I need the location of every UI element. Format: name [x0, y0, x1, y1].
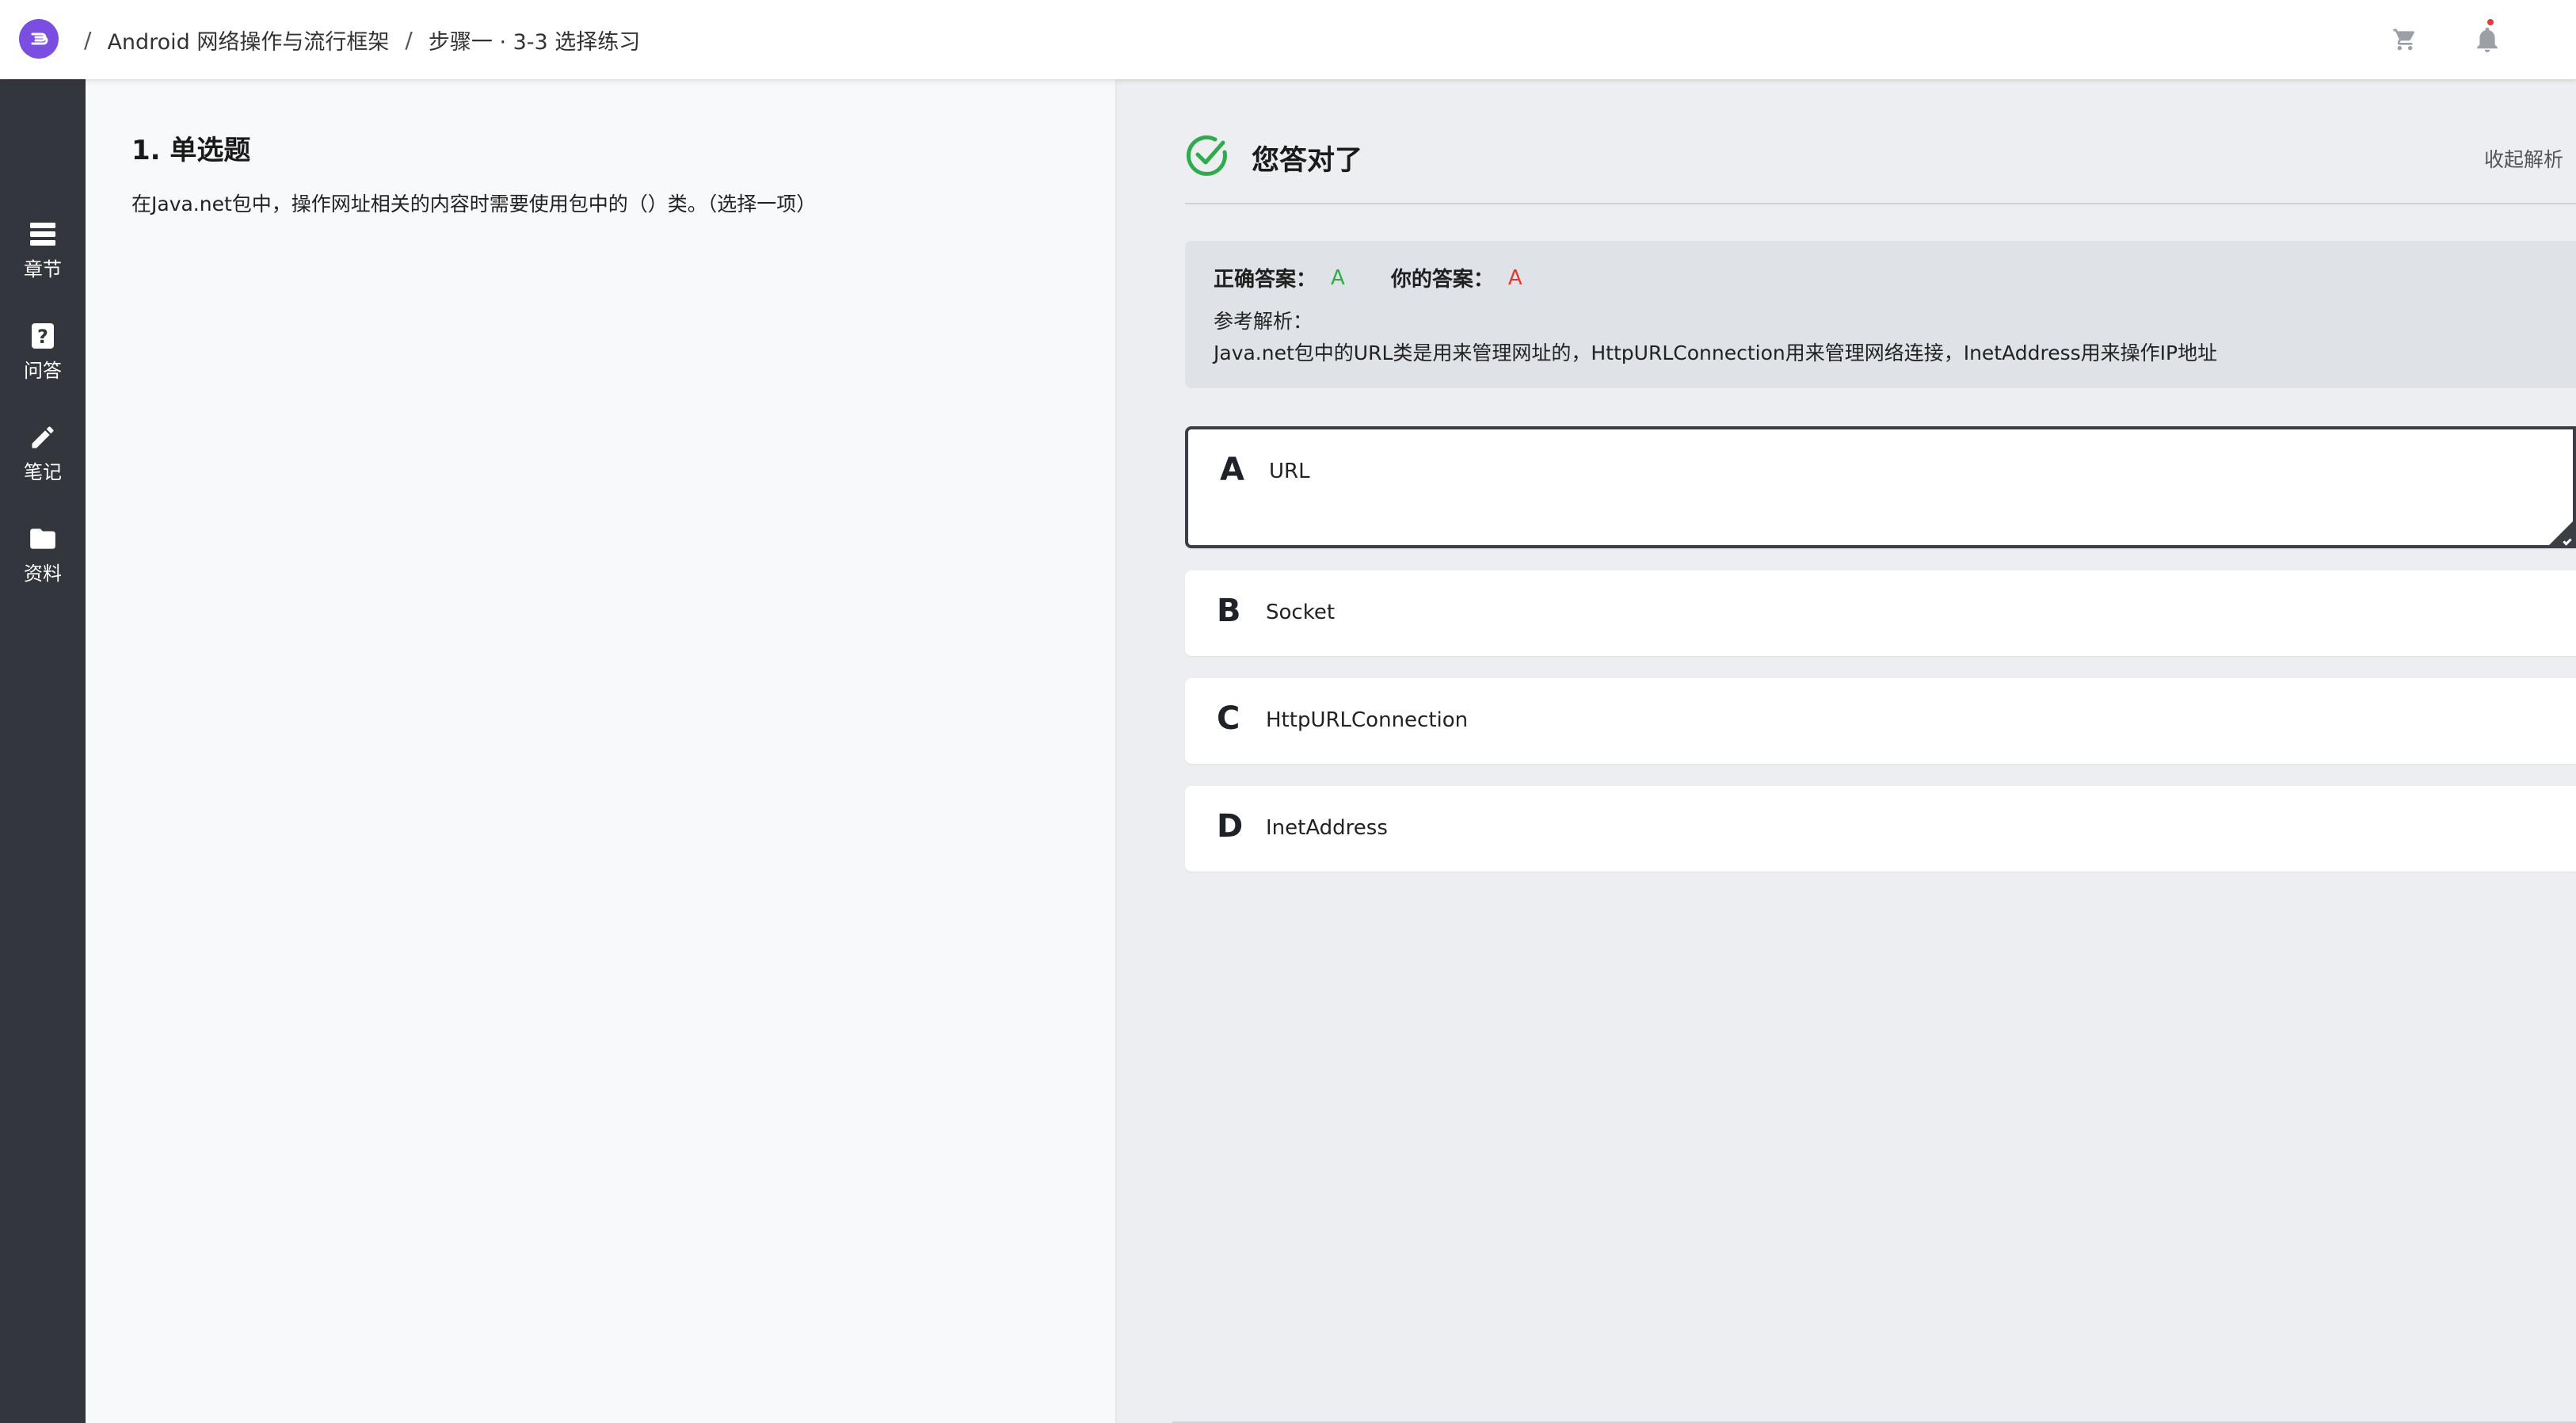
- result-title: 您答对了: [1252, 145, 1363, 177]
- correct-answer-value: A: [1331, 265, 1345, 290]
- breadcrumb-course[interactable]: Android 网络操作与流行框架: [107, 25, 389, 55]
- option-text: URL: [1269, 460, 1310, 483]
- sidebar-item-chapters[interactable]: 章节: [0, 219, 86, 298]
- option-text: InetAddress: [1266, 816, 1388, 840]
- sidebar-item-notes[interactable]: 笔记: [0, 422, 86, 501]
- sidebar-item-label: 资料: [24, 563, 62, 585]
- breadcrumb-separator: /: [405, 26, 413, 53]
- option-a[interactable]: A URL: [1185, 426, 2576, 548]
- notification-dot: [2487, 19, 2494, 25]
- sidebar-item-materials[interactable]: 资料: [0, 523, 86, 602]
- option-letter: B: [1217, 593, 1241, 629]
- option-letter: C: [1217, 700, 1240, 737]
- collapse-analysis-button[interactable]: 收起解析: [2484, 144, 2563, 173]
- logo-icon[interactable]: [19, 19, 59, 59]
- top-bar: / Android 网络操作与流行框架 / 步骤一 · 3-3 选择练习: [0, 0, 2576, 79]
- sidebar-item-label: 问答: [24, 360, 62, 382]
- your-answer-label: 你的答案：: [1390, 268, 1494, 292]
- svg-text:?: ?: [37, 326, 48, 348]
- question-icon: ?: [27, 320, 59, 352]
- option-c[interactable]: C HttpURLConnection: [1185, 678, 2576, 764]
- sidebar-item-label: 笔记: [24, 461, 62, 483]
- analysis-label: 参考解析：: [1214, 310, 1313, 333]
- cart-icon[interactable]: [2392, 27, 2418, 55]
- your-answer-value: A: [1507, 265, 1522, 290]
- option-text: Socket: [1266, 601, 1336, 624]
- breadcrumb-separator: /: [84, 26, 92, 53]
- bell-icon[interactable]: [2475, 25, 2500, 57]
- option-letter: D: [1217, 808, 1244, 845]
- sidebar-item-qa[interactable]: ? 问答: [0, 320, 86, 399]
- analysis-text: Java.net包中的URL类是用来管理网址的，HttpURLConnectio…: [1214, 341, 2218, 364]
- question-title: 1. 单选题: [131, 135, 251, 166]
- option-b[interactable]: B Socket: [1185, 570, 2576, 656]
- question-pane: 1. 单选题 在Java.net包中，操作网址相关的内容时需要使用包中的（）类。…: [86, 79, 1115, 1423]
- answer-pane: 您答对了 收起解析 正确答案： A 你的答案： A 参考解析： Java.net…: [1117, 79, 2576, 1423]
- divider: [1185, 203, 2576, 204]
- option-d[interactable]: D InetAddress: [1185, 786, 2576, 872]
- correct-answer-label: 正确答案：: [1214, 268, 1317, 292]
- option-text: HttpURLConnection: [1266, 708, 1469, 732]
- pencil-icon: [27, 422, 59, 453]
- analysis-box: 正确答案： A 你的答案： A 参考解析： Java.net包中的URL类是用来…: [1185, 241, 2576, 388]
- list-icon: [27, 219, 59, 250]
- sidebar-item-label: 章节: [24, 258, 62, 280]
- question-text: 在Java.net包中，操作网址相关的内容时需要使用包中的（）类。（选择一项）: [131, 193, 817, 216]
- check-circle-icon: [1185, 133, 1229, 181]
- breadcrumb-step[interactable]: 步骤一 · 3-3 选择练习: [429, 25, 640, 55]
- option-letter: A: [1220, 452, 1244, 488]
- selected-corner-icon: [2547, 520, 2574, 547]
- folder-icon: [27, 523, 59, 555]
- breadcrumb: / Android 网络操作与流行框架 / 步骤一 · 3-3 选择练习: [68, 24, 640, 55]
- sidebar: 章节 ? 问答 笔记 资料: [0, 79, 86, 1423]
